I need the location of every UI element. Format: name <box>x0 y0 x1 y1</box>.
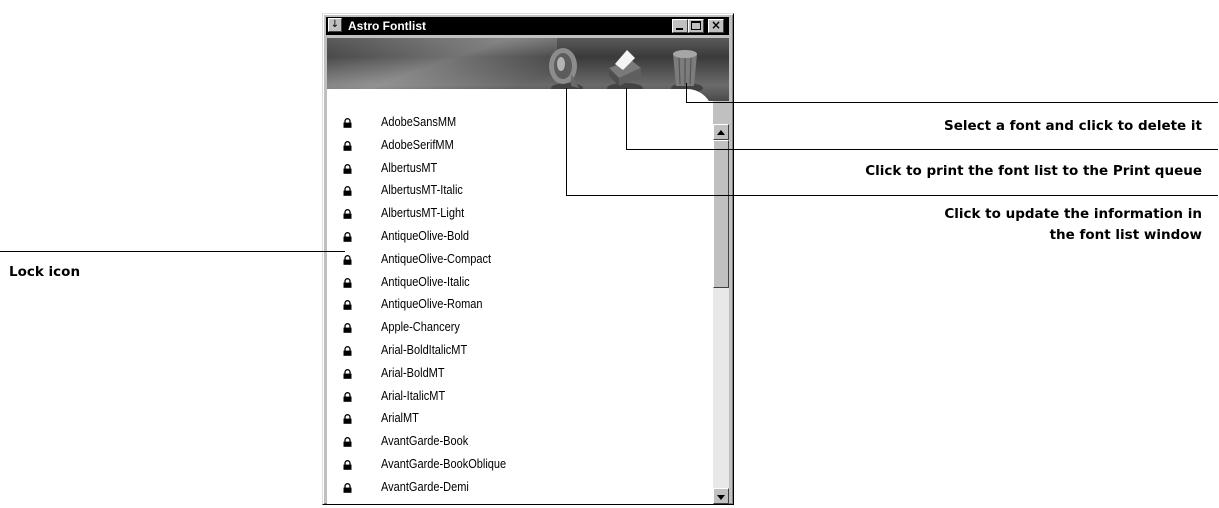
font-list: AdobeSansMM AdobeSerifMM AlbertusMT Albe… <box>335 113 705 501</box>
list-item[interactable]: ArialMT <box>335 409 705 432</box>
maximize-button[interactable] <box>688 19 704 33</box>
close-icon: × <box>710 18 722 32</box>
callout-update-line1: Click to update the information in <box>944 206 1202 222</box>
font-name: AvantGarde-Demi <box>381 479 469 494</box>
list-item[interactable]: AntiqueOlive-Compact <box>335 250 705 273</box>
list-item[interactable]: AlbertusMT <box>335 159 705 182</box>
list-item[interactable]: Apple-Chancery <box>335 318 705 341</box>
list-item[interactable]: AntiqueOlive-Italic <box>335 273 705 296</box>
list-item[interactable]: AlbertusMT-Italic <box>335 181 705 204</box>
callout-delete: Select a font and click to delete it <box>944 118 1202 134</box>
font-name: Arial-ItalicMT <box>381 388 446 403</box>
lock-icon <box>343 300 352 311</box>
callout-print: Click to print the font list to the Prin… <box>865 163 1202 179</box>
minimize-icon <box>676 28 683 30</box>
callout-line-update-vertical <box>566 88 567 195</box>
list-item[interactable]: AlbertusMT-Light <box>335 204 705 227</box>
font-name: AntiqueOlive-Roman <box>381 297 483 312</box>
font-name: AdobeSansMM <box>381 115 457 129</box>
window-title: Astro Fontlist <box>348 19 426 33</box>
callout-line-print-vertical <box>626 88 627 149</box>
font-name: AlbertusMT-Light <box>381 206 465 221</box>
font-name: AntiqueOlive-Compact <box>381 251 492 266</box>
lock-icon <box>343 437 352 447</box>
callout-lock: Lock icon <box>9 264 81 280</box>
font-name: AlbertusMT-Italic <box>381 183 463 198</box>
callout-line-update <box>566 195 1218 196</box>
lock-icon <box>343 209 352 219</box>
font-name: Apple-Chancery <box>381 320 460 335</box>
list-item[interactable]: AvantGarde-Book <box>335 432 705 455</box>
astro-fontlist-window: ↓ Astro Fontlist × AdobeSansMM AdobeSeri… <box>322 13 734 505</box>
font-name: AlbertusMT <box>381 160 438 175</box>
lock-icon <box>343 346 352 356</box>
close-button[interactable]: × <box>708 19 724 33</box>
system-menu-icon[interactable]: ↓ <box>328 18 342 32</box>
list-item[interactable]: Arial-ItalicMT <box>335 387 705 410</box>
scroll-up-button[interactable] <box>713 124 729 140</box>
font-name: AntiqueOlive-Italic <box>381 274 470 289</box>
font-name: Arial-BoldItalicMT <box>381 342 468 357</box>
scroll-down-button[interactable] <box>713 488 729 504</box>
list-item[interactable]: AdobeSerifMM <box>335 136 705 159</box>
font-name: Arial-BoldMT <box>381 365 445 380</box>
list-item[interactable]: AntiqueOlive-Roman <box>335 295 705 318</box>
list-item[interactable]: AntiqueOlive-Bold <box>335 227 705 250</box>
vertical-scrollbar[interactable] <box>713 124 729 504</box>
callout-update: Click to update the information in the f… <box>944 204 1202 246</box>
lock-icon <box>343 277 352 288</box>
callout-line-lock <box>0 251 345 252</box>
callout-line-print <box>626 149 1218 150</box>
lock-icon <box>343 186 352 197</box>
font-list-pane: AdobeSansMM AdobeSerifMM AlbertusMT Albe… <box>327 89 713 504</box>
scroll-thumb[interactable] <box>713 140 729 288</box>
lock-icon <box>343 232 352 242</box>
callout-line-delete-vertical <box>686 83 687 102</box>
list-item[interactable]: AvantGarde-BookOblique <box>335 455 705 478</box>
list-item[interactable]: Arial-BoldItalicMT <box>335 341 705 364</box>
lock-icon <box>343 163 352 174</box>
list-item[interactable]: AvantGarde-Demi <box>335 478 705 501</box>
lock-icon <box>343 414 352 425</box>
lock-icon <box>343 460 352 470</box>
arrow-up-icon <box>717 130 725 135</box>
lock-icon <box>343 254 352 265</box>
title-bar[interactable]: ↓ Astro Fontlist × <box>326 17 729 35</box>
lock-icon <box>343 323 352 333</box>
minimize-button[interactable] <box>672 19 688 33</box>
callout-update-line2: the font list window <box>1049 227 1202 243</box>
lock-icon <box>343 482 352 493</box>
list-item[interactable]: Arial-BoldMT <box>335 364 705 387</box>
lock-icon <box>343 368 352 379</box>
lock-icon <box>343 140 352 151</box>
font-name: AntiqueOlive-Bold <box>381 228 470 243</box>
arrow-down-icon <box>717 495 725 500</box>
lock-icon <box>343 391 352 402</box>
font-name: ArialMT <box>381 411 419 426</box>
list-item[interactable]: AdobeSansMM <box>335 113 705 136</box>
font-name: AvantGarde-Book <box>381 434 469 449</box>
maximize-icon <box>691 21 701 30</box>
lock-icon <box>343 118 352 128</box>
font-name: AvantGarde-BookOblique <box>381 456 507 471</box>
font-name: AdobeSerifMM <box>381 137 454 152</box>
callout-line-delete <box>686 102 1218 103</box>
